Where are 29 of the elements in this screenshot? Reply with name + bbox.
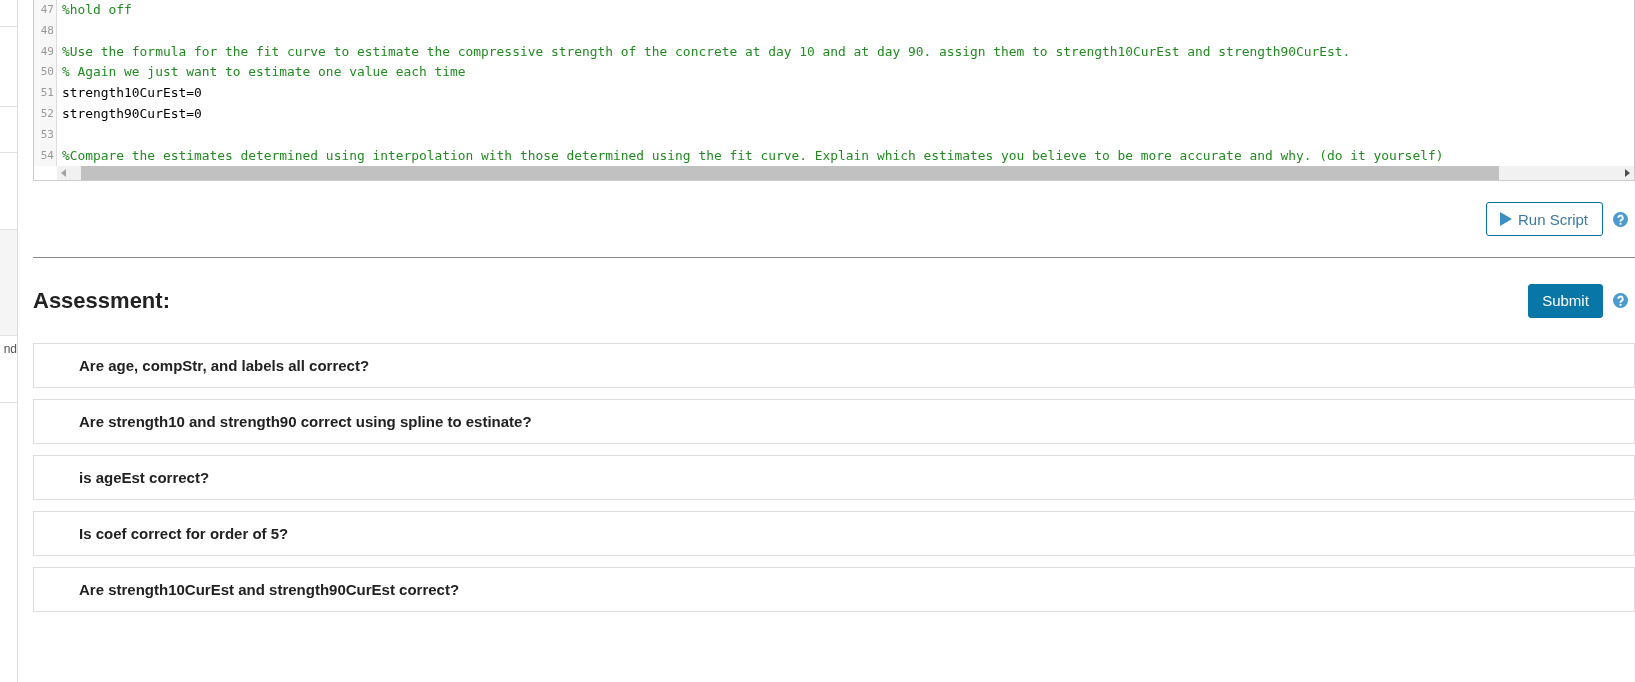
code-comment: %Use the formula for the fit curve to estimate the compressive strength of the concrete at day 10 and at day 90. assign them to strength10CurEst and strength90CurEst. [62,43,1351,59]
scroll-right-icon[interactable] [1624,169,1630,178]
sidebar-text: nd [3,342,17,358]
section-heading: Assessment: [33,287,170,314]
line-number: 47 [39,2,55,18]
assessment-item: Are strength10CurEst and strength90CurEst correct? [33,567,1635,613]
help-icon[interactable] [1613,293,1628,309]
scroll-left-icon[interactable] [61,169,67,178]
code-comment: %Compare the estimates determined using interpolation with those determined using the fit curve. Explain which estimates you believe to be more accurate and why. (do it yourself) [62,147,1444,163]
assessment-item: Is coef correct for order of 5? [33,511,1635,557]
assessment-item: Are age, compStr, and labels all correct? [33,343,1635,389]
run-script-button[interactable]: Run Script [1486,202,1603,237]
submit-button[interactable]: Submit [1528,283,1603,318]
code-comment: %hold off [62,2,132,17]
code-comment: % Again we just want to estimate one value each time [62,64,466,80]
line-number: 48 [39,22,55,39]
help-icon[interactable] [1613,211,1628,227]
horizontal-scrollbar[interactable] [57,166,1634,181]
code-line: strength10CurEst=0 [62,85,202,101]
assessment-item: Are strength10 and strength90 correct using spline to estinate? [33,399,1635,445]
line-number: 52 [39,106,55,122]
line-number: 49 [39,43,55,60]
play-icon [1500,212,1512,227]
assessment-item: is ageEst correct? [33,455,1635,501]
code-line: strength90CurEst=0 [62,106,202,121]
line-number: 54 [39,147,55,164]
line-number: 50 [39,64,55,81]
line-number: 51 [39,85,55,102]
line-number: 53 [39,126,55,143]
